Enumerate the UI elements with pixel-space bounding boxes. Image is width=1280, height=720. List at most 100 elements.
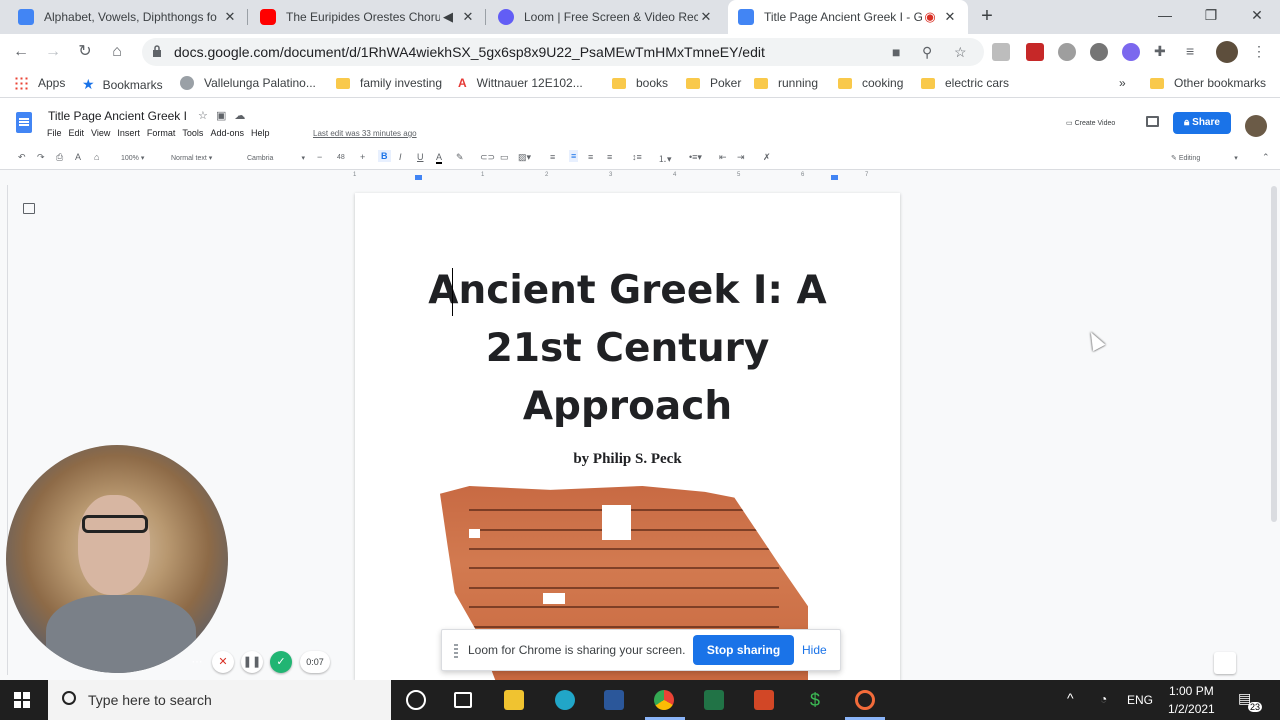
menu-help[interactable]: Help xyxy=(251,128,270,138)
puzzle-icon[interactable]: ✚ xyxy=(1154,43,1172,61)
numbered-list-icon[interactable]: ⒈▾ xyxy=(658,152,672,165)
profile-avatar[interactable] xyxy=(1216,41,1238,63)
drag-handle-icon[interactable] xyxy=(454,644,458,658)
extension-icon[interactable] xyxy=(1090,43,1108,61)
restore-button[interactable]: ❐ xyxy=(1188,0,1234,32)
clock-time[interactable]: 1:00 PM xyxy=(1169,684,1214,698)
pause-recording-button[interactable]: ❚❚ xyxy=(241,651,263,673)
menu-tools[interactable]: Tools xyxy=(182,128,203,138)
loom-webcam-bubble[interactable] xyxy=(6,445,228,673)
bookmark-wittnauer[interactable]: A Wittnauer 12E102... xyxy=(458,76,583,90)
clear-formatting-icon[interactable]: ✗ xyxy=(763,152,771,163)
bookmark-other[interactable]: Other bookmarks xyxy=(1150,76,1266,90)
clock-date[interactable]: 1/2/2021 xyxy=(1168,702,1215,716)
account-avatar[interactable] xyxy=(1245,115,1267,137)
comments-icon[interactable] xyxy=(1146,116,1159,127)
underline-button[interactable]: U xyxy=(417,152,424,162)
close-icon[interactable]: ✕ xyxy=(460,9,476,25)
back-button[interactable]: ← xyxy=(10,41,32,63)
hide-button[interactable]: Hide xyxy=(802,643,827,657)
camera-icon[interactable]: ■ xyxy=(892,44,900,60)
stop-sharing-button[interactable]: Stop sharing xyxy=(693,635,794,665)
bookmark-poker[interactable]: Poker xyxy=(686,76,741,90)
menu-view[interactable]: View xyxy=(91,128,110,138)
link-icon[interactable]: ⊂⊃ xyxy=(480,152,495,163)
windows-start-button[interactable] xyxy=(14,692,30,708)
wifi-icon[interactable]: ◔ xyxy=(1100,692,1107,706)
powerpoint-icon[interactable] xyxy=(754,690,774,710)
cancel-recording-button[interactable]: ✕ xyxy=(212,651,234,673)
close-icon[interactable]: ✕ xyxy=(698,9,714,25)
bookmark-cooking[interactable]: cooking xyxy=(838,76,903,90)
excel-icon[interactable] xyxy=(704,690,724,710)
decrease-indent-icon[interactable]: ⇤ xyxy=(719,152,727,163)
highlight-icon[interactable]: ✎ xyxy=(456,152,464,163)
line-spacing-icon[interactable]: ↕≡ xyxy=(632,152,642,162)
bookmark-vallelunga[interactable]: Vallelunga Palatino... xyxy=(180,76,316,90)
document-heading[interactable]: Ancient Greek I: A 21st Century Approach xyxy=(420,262,835,436)
right-indent-marker[interactable] xyxy=(831,175,838,180)
increase-font-size-button[interactable]: + xyxy=(360,152,365,162)
tray-expand-icon[interactable]: ^ xyxy=(1067,690,1074,706)
share-button[interactable]: 🔒︎ Share xyxy=(1173,112,1231,134)
browser-icon[interactable] xyxy=(555,690,575,710)
bookmark-electric-cars[interactable]: electric cars xyxy=(921,76,1009,90)
menu-file[interactable]: File xyxy=(47,128,62,138)
font-select[interactable]: Cambria ▾ xyxy=(247,154,305,162)
justify-icon[interactable]: ≡ xyxy=(607,152,612,162)
extension-icon[interactable] xyxy=(992,43,1010,61)
audio-icon[interactable]: ◀ xyxy=(440,9,456,25)
increase-indent-icon[interactable]: ⇥ xyxy=(737,152,745,163)
document-title[interactable]: Title Page Ancient Greek I xyxy=(48,109,187,123)
image-icon[interactable]: ▨▾ xyxy=(518,152,531,163)
app-icon[interactable]: $ xyxy=(805,690,825,710)
vertical-scrollbar[interactable] xyxy=(1271,186,1277,522)
redo-icon[interactable]: ↷ xyxy=(37,152,45,163)
star-icon[interactable]: ☆ xyxy=(954,44,967,61)
task-view-icon[interactable] xyxy=(454,692,472,708)
word-icon[interactable] xyxy=(604,690,624,710)
language-indicator[interactable]: ENG xyxy=(1127,693,1153,707)
address-bar[interactable]: docs.google.com/document/d/1RhWA4wiekhSX… xyxy=(142,38,984,66)
menu-edit[interactable]: Edit xyxy=(69,128,85,138)
print-icon[interactable]: ⎙ xyxy=(56,152,63,163)
italic-button[interactable]: I xyxy=(399,152,402,162)
bookmark-running[interactable]: running xyxy=(754,76,818,90)
minimize-button[interactable]: — xyxy=(1142,0,1188,32)
reload-button[interactable]: ↻ xyxy=(74,41,96,63)
last-edit-link[interactable]: Last edit was 33 minutes ago xyxy=(313,129,417,138)
document-outline-icon[interactable] xyxy=(23,203,35,214)
decrease-font-size-button[interactable]: − xyxy=(317,152,322,162)
undo-icon[interactable]: ↶ xyxy=(18,152,26,163)
bold-button[interactable]: B xyxy=(378,150,391,162)
move-icon[interactable]: ▣ xyxy=(216,110,226,122)
paint-format-icon[interactable]: ⌂ xyxy=(94,152,99,162)
google-docs-icon[interactable] xyxy=(16,112,32,133)
cloud-icon[interactable]: ☁ xyxy=(234,110,245,122)
comment-icon[interactable]: ▭ xyxy=(500,152,509,163)
star-icon[interactable]: ☆ xyxy=(198,110,208,122)
align-center-icon[interactable]: ≡ xyxy=(569,150,579,162)
tab-alphabet[interactable]: Alphabet, Vowels, Diphthongs fo ✕ xyxy=(8,0,248,34)
document-byline[interactable]: by Philip S. Peck xyxy=(420,451,835,468)
bookmarks-more-button[interactable]: » xyxy=(1119,76,1126,90)
finish-recording-button[interactable]: ✓ xyxy=(270,651,292,673)
home-button[interactable]: ⌂ xyxy=(106,41,128,63)
tab-euripides[interactable]: The Euripides Orestes Choru ◀ ✕ xyxy=(250,0,486,34)
zoom-icon[interactable]: ⚲ xyxy=(922,44,932,61)
more-options-icon[interactable]: ⋯ xyxy=(186,651,208,673)
file-explorer-icon[interactable] xyxy=(504,690,524,710)
indent-marker[interactable] xyxy=(415,175,422,180)
new-tab-button[interactable]: + xyxy=(976,6,998,28)
recorder-icon[interactable] xyxy=(855,690,875,710)
tab-title-page[interactable]: Title Page Ancient Greek I - G ◉ ✕ xyxy=(728,0,968,34)
bulleted-list-icon[interactable]: •≡▾ xyxy=(689,152,702,163)
align-left-icon[interactable]: ≡ xyxy=(550,152,555,162)
loom-extension-icon[interactable] xyxy=(1122,43,1140,61)
bookmark-apps[interactable]: Apps xyxy=(14,76,65,90)
explore-button[interactable] xyxy=(1214,652,1236,674)
style-select[interactable]: Normal text ▾ xyxy=(171,154,212,162)
editing-mode-select[interactable]: ✎ Editing ▾ xyxy=(1171,154,1238,162)
collapse-menus-icon[interactable]: ⌃ xyxy=(1262,152,1270,163)
cortana-icon[interactable] xyxy=(406,690,426,710)
